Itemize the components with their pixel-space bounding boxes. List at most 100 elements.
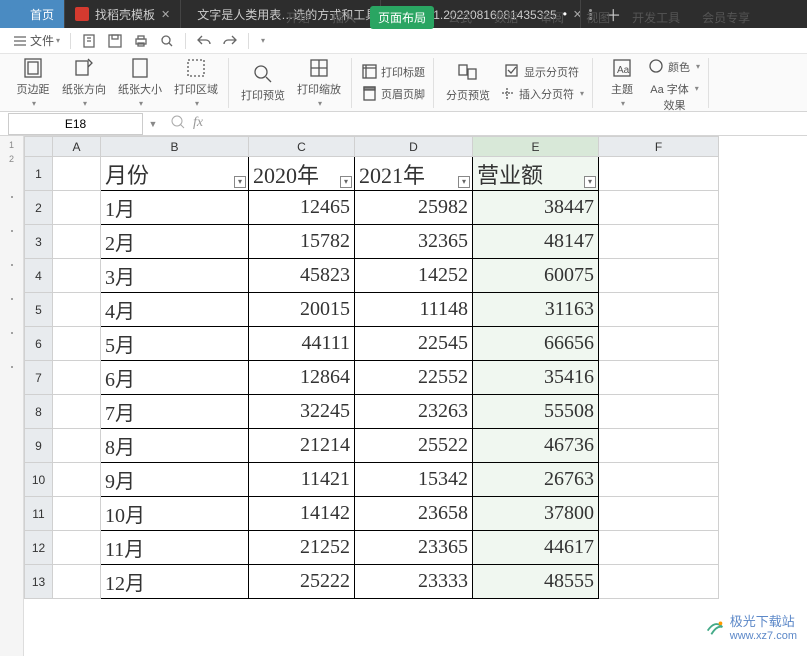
table-cell[interactable]: 45823 <box>249 259 355 293</box>
tab-formula[interactable]: 公式 <box>440 6 480 29</box>
table-header[interactable]: 营业额▾ <box>473 157 599 191</box>
table-cell[interactable]: 12月 <box>101 565 249 599</box>
table-cell[interactable]: 6月 <box>101 361 249 395</box>
table-cell[interactable]: 15342 <box>355 463 473 497</box>
table-cell[interactable]: 11148 <box>355 293 473 327</box>
area-button[interactable]: 打印区域 <box>168 56 224 110</box>
filter-icon[interactable]: ▾ <box>340 176 352 188</box>
col-header[interactable]: A <box>53 137 101 157</box>
pbpreview-button[interactable]: 分页预览 <box>440 56 496 110</box>
table-cell[interactable]: 9月 <box>101 463 249 497</box>
preview-button[interactable]: 打印预览 <box>235 56 291 110</box>
table-cell[interactable]: 48147 <box>473 225 599 259</box>
table-cell[interactable]: 10月 <box>101 497 249 531</box>
table-cell[interactable]: 23333 <box>355 565 473 599</box>
table-cell[interactable]: 44111 <box>249 327 355 361</box>
row-header[interactable]: 3 <box>25 225 53 259</box>
table-cell[interactable]: 8月 <box>101 429 249 463</box>
table-cell[interactable]: 22545 <box>355 327 473 361</box>
titles-button[interactable]: 打印标题 <box>358 61 429 83</box>
fx-button[interactable]: fx <box>193 115 203 132</box>
cancel-icon[interactable] <box>171 115 185 132</box>
table-cell[interactable]: 48555 <box>473 565 599 599</box>
table-cell[interactable]: 66656 <box>473 327 599 361</box>
table-cell[interactable]: 21252 <box>249 531 355 565</box>
table-cell[interactable]: 3月 <box>101 259 249 293</box>
table-cell[interactable]: 25982 <box>355 191 473 225</box>
table-cell[interactable]: 26763 <box>473 463 599 497</box>
size-button[interactable]: 纸张大小 <box>112 56 168 110</box>
undo-button[interactable] <box>192 31 216 51</box>
print-preview-button[interactable] <box>155 31 179 51</box>
tab-insert[interactable]: 插入 <box>324 6 364 29</box>
table-cell[interactable]: 55508 <box>473 395 599 429</box>
col-header[interactable]: D <box>355 137 473 157</box>
insertpb-button[interactable]: 插入分页符 <box>496 83 588 105</box>
col-header[interactable]: C <box>249 137 355 157</box>
tab-data[interactable]: 数据 <box>486 6 526 29</box>
print-button[interactable] <box>129 31 153 51</box>
table-cell[interactable]: 25222 <box>249 565 355 599</box>
table-cell[interactable]: 23658 <box>355 497 473 531</box>
table-cell[interactable]: 25522 <box>355 429 473 463</box>
row-header[interactable]: 7 <box>25 361 53 395</box>
scale-button[interactable]: 打印缩放 <box>291 56 347 110</box>
row-header[interactable]: 8 <box>25 395 53 429</box>
name-box-dd[interactable]: ▼ <box>145 119 161 129</box>
table-cell[interactable]: 1月 <box>101 191 249 225</box>
row-header[interactable]: 6 <box>25 327 53 361</box>
tab-member[interactable]: 会员专享 <box>694 6 758 29</box>
margin-button[interactable]: 页边距 <box>10 56 56 110</box>
table-cell[interactable]: 15782 <box>249 225 355 259</box>
table-cell[interactable]: 60075 <box>473 259 599 293</box>
row-header[interactable]: 2 <box>25 191 53 225</box>
table-cell[interactable]: 32365 <box>355 225 473 259</box>
table-cell[interactable]: 38447 <box>473 191 599 225</box>
row-header[interactable]: 12 <box>25 531 53 565</box>
showpb-check[interactable]: 显示分页符 <box>496 61 588 83</box>
new-button[interactable] <box>77 31 101 51</box>
table-cell[interactable]: 23365 <box>355 531 473 565</box>
name-box[interactable] <box>8 113 143 135</box>
row-header[interactable]: 9 <box>25 429 53 463</box>
table-cell[interactable]: 21214 <box>249 429 355 463</box>
tab-dev[interactable]: 开发工具 <box>624 6 688 29</box>
table-header[interactable]: 月份▾ <box>101 157 249 191</box>
table-cell[interactable]: 37800 <box>473 497 599 531</box>
row-header[interactable]: 11 <box>25 497 53 531</box>
table-cell[interactable]: 44617 <box>473 531 599 565</box>
menu-button[interactable]: 文件▾ <box>8 30 64 51</box>
row-header[interactable]: 10 <box>25 463 53 497</box>
table-cell[interactable]: 46736 <box>473 429 599 463</box>
table-cell[interactable]: 5月 <box>101 327 249 361</box>
tab-review[interactable]: 审阅 <box>532 6 572 29</box>
formula-input[interactable] <box>213 112 807 135</box>
table-cell[interactable]: 31163 <box>473 293 599 327</box>
table-cell[interactable]: 12465 <box>249 191 355 225</box>
col-header[interactable]: F <box>599 137 719 157</box>
table-header[interactable]: 2020年▾ <box>249 157 355 191</box>
filter-icon[interactable]: ▾ <box>234 176 246 188</box>
table-cell[interactable]: 14252 <box>355 259 473 293</box>
save-button[interactable] <box>103 31 127 51</box>
row-header[interactable]: 5 <box>25 293 53 327</box>
table-cell[interactable]: 20015 <box>249 293 355 327</box>
filter-icon[interactable]: ▾ <box>458 176 470 188</box>
row-header[interactable]: 13 <box>25 565 53 599</box>
qat-overflow[interactable] <box>255 34 269 47</box>
row-header[interactable]: 4 <box>25 259 53 293</box>
table-cell[interactable]: 11421 <box>249 463 355 497</box>
tab-start[interactable]: 开始 <box>278 6 318 29</box>
row-header[interactable]: 1 <box>25 157 53 191</box>
table-cell[interactable]: 4月 <box>101 293 249 327</box>
tab-layout[interactable]: 页面布局 <box>370 6 434 29</box>
col-header[interactable]: E <box>473 137 599 157</box>
tab-view[interactable]: 视图 <box>578 6 618 29</box>
table-cell[interactable]: 23263 <box>355 395 473 429</box>
col-header[interactable]: B <box>101 137 249 157</box>
theme-button[interactable]: Aa主题 <box>599 56 645 110</box>
table-cell[interactable]: 12864 <box>249 361 355 395</box>
table-cell[interactable]: 22552 <box>355 361 473 395</box>
table-cell[interactable]: 7月 <box>101 395 249 429</box>
table-header[interactable]: 2021年▾ <box>355 157 473 191</box>
